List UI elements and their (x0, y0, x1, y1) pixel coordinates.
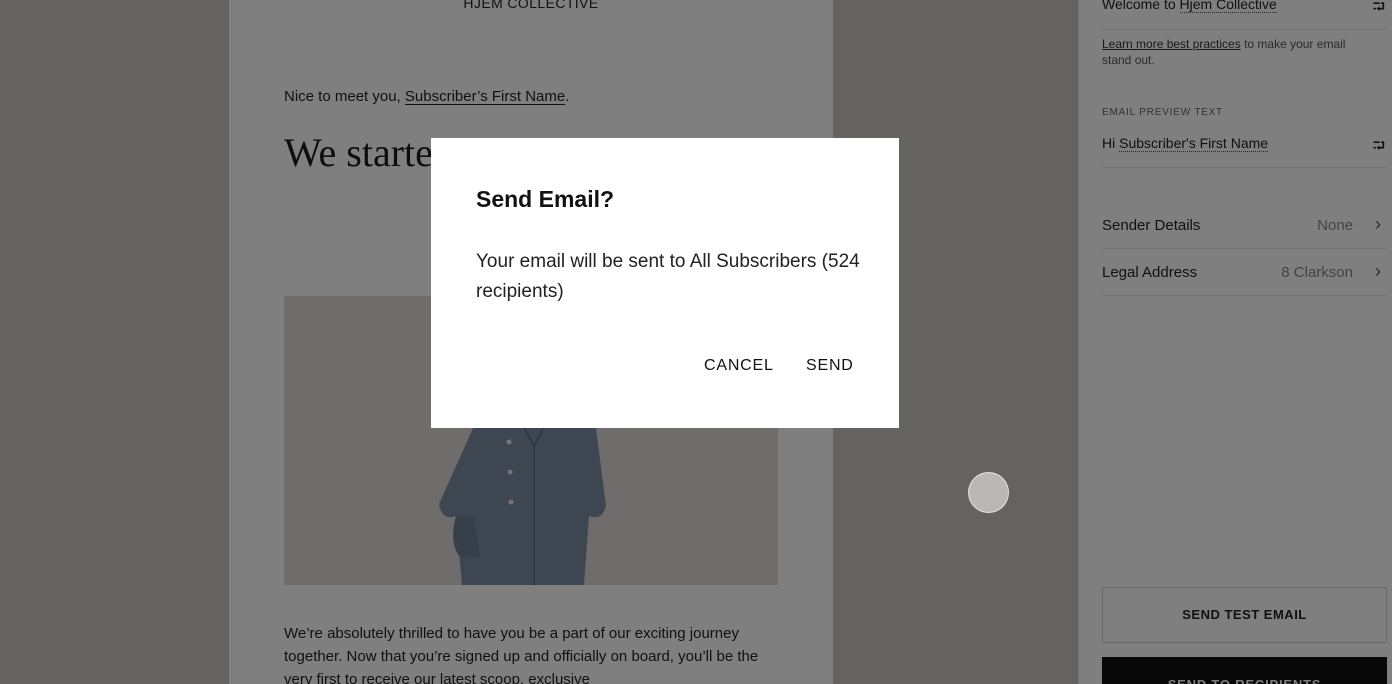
touch-cursor-indicator (968, 472, 1009, 513)
send-email-dialog: Send Email? Your email will be sent to A… (431, 138, 899, 428)
dialog-title: Send Email? (476, 186, 615, 212)
send-button[interactable]: SEND (806, 357, 854, 375)
dialog-message: Your email will be sent to All Subscribe… (476, 251, 860, 302)
cancel-button[interactable]: CANCEL (704, 357, 774, 375)
